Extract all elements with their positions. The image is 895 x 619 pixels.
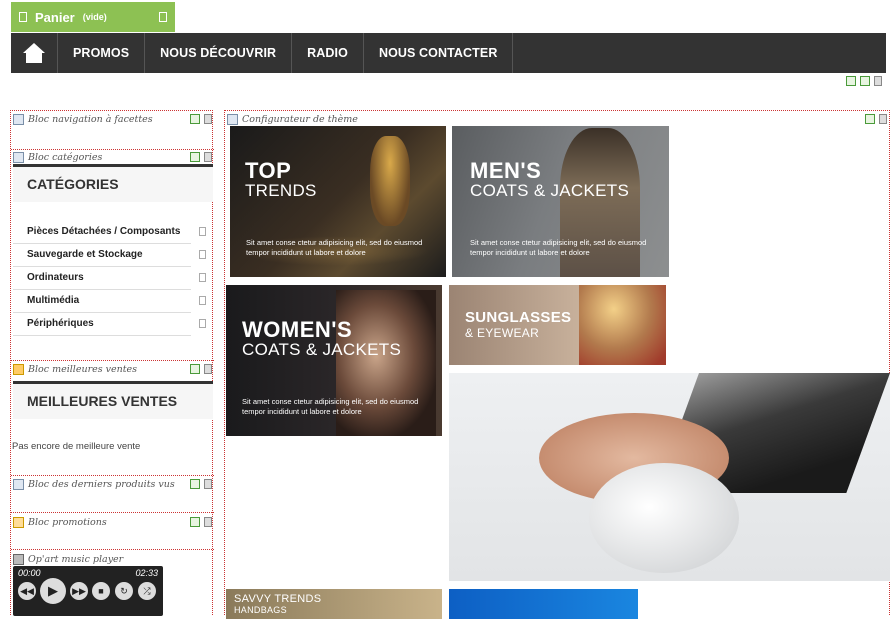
trash-icon[interactable] [204,114,212,124]
block-label: Bloc navigation à facettes [28,113,153,125]
nav-item-promos[interactable]: PROMOS [58,33,146,73]
categories-list: Pièces Détachées / Composants Sauvegarde… [13,221,206,336]
move-icon[interactable] [865,114,875,124]
expand-icon[interactable] [199,319,206,328]
category-item[interactable]: Ordinateurs [13,267,206,290]
nav-item-radio[interactable]: RADIO [292,33,364,73]
block-header-viewed: Bloc des derniers produits vus [11,477,214,491]
repeat-icon[interactable]: ↻ [115,582,133,600]
block-header-player: Op'art music player [11,552,214,566]
next-icon[interactable]: ▶▶ [70,582,88,600]
banner-title: SUNGLASSES [465,309,572,326]
banner-title: SAVVY TRENDS [234,593,322,605]
trash-icon[interactable] [879,114,887,124]
mouse-image [589,463,739,573]
banner-sunglasses[interactable]: SUNGLASSES & EYEWEAR [449,285,666,365]
trash-icon[interactable] [204,479,212,489]
model-image [370,136,410,226]
trophy-icon [13,363,24,375]
shuffle-icon[interactable]: ⤮ [138,582,156,600]
banner-subtitle: COATS & JACKETS [242,340,402,359]
categories-title: CATÉGORIES [13,164,213,202]
banner-mens-coats[interactable]: MEN'S COATS & JACKETS Sit amet conse cte… [452,126,669,277]
category-item[interactable]: Multimédia [13,290,206,313]
expand-icon[interactable] [199,273,206,282]
banner-subtitle: TRENDS [245,181,317,200]
block-label: Bloc catégories [28,151,103,163]
model-image [579,285,666,365]
block-header-promotions: Bloc promotions [11,515,214,529]
block-header-facets: Bloc navigation à facettes [11,112,214,126]
home-button[interactable] [11,33,58,73]
category-item[interactable]: Pièces Détachées / Composants [13,221,206,244]
bestsellers-title: MEILLEURES VENTES [13,381,213,419]
banner-subtitle: & EYEWEAR [465,326,540,340]
cart-expand-icon[interactable] [159,12,167,22]
grid-icon[interactable] [860,76,870,86]
player-time-total: 02:33 [135,568,158,578]
cart-title[interactable]: Panier [35,10,75,25]
banner-desc: Sit amet conse ctetur adipisicing elit, … [242,397,419,416]
move-icon[interactable] [190,114,200,124]
expand-icon[interactable] [199,250,206,259]
bestsellers-empty: Pas encore de meilleure vente [12,441,141,452]
stop-icon[interactable]: ■ [92,582,110,600]
main-nav: PROMOS NOUS DÉCOUVRIR RADIO NOUS CONTACT… [11,33,886,73]
block-header-categories: Bloc catégories [11,150,214,164]
top-actions [846,76,882,86]
player-time-elapsed: 00:00 [18,568,41,578]
block-label: Configurateur de thème [242,113,358,125]
music-icon [13,553,24,565]
play-icon[interactable]: ▶ [40,578,66,604]
block-label: Bloc promotions [28,516,107,528]
music-player: 00:00 02:33 ◀◀ ▶ ▶▶ ■ ↻ ⤮ [13,566,163,616]
palette-icon [227,113,238,125]
search-icon [13,478,24,490]
banner-blue[interactable] [449,589,638,619]
trash-icon[interactable] [204,152,212,162]
cart-block[interactable]: Panier (vide) [11,2,175,32]
divider [11,475,214,476]
move-icon[interactable] [190,152,200,162]
category-item[interactable]: Périphériques [13,313,206,336]
nav-item-nous-decouvrir[interactable]: NOUS DÉCOUVRIR [145,33,293,73]
banner-desc: Sit amet conse ctetur adipisicing elit, … [470,238,647,257]
block-icon [13,151,24,163]
expand-icon[interactable] [199,227,206,236]
banner-womens-coats[interactable]: WOMEN'S COATS & JACKETS Sit amet conse c… [226,285,442,436]
block-header-bestsellers: Bloc meilleures ventes [11,362,214,376]
nav-item-nous-contacter[interactable]: NOUS CONTACTER [364,33,514,73]
block-label: Bloc des derniers produits vus [28,478,175,490]
trash-icon[interactable] [874,76,882,86]
move-icon[interactable] [190,364,200,374]
banner-savvy-trends[interactable]: SAVVY TRENDS HANDBAGS [226,589,442,619]
block-label: Bloc meilleures ventes [28,363,138,375]
block-header-configurator: Configurateur de thème [225,112,889,126]
banner-top-trends[interactable]: TOP TRENDS Sit amet conse ctetur adipisi… [230,126,446,277]
cart-icon [19,12,27,22]
block-icon [13,113,24,125]
divider [11,512,214,513]
trash-icon[interactable] [204,517,212,527]
divider [11,549,214,550]
move-icon[interactable] [190,479,200,489]
left-column: Bloc navigation à facettes Bloc catégori… [10,110,214,616]
banner-subtitle: COATS & JACKETS [470,181,630,200]
banner-computer-mouse[interactable] [449,373,890,581]
banner-desc: Sit amet conse ctetur adipisicing elit, … [246,238,423,257]
right-column: Configurateur de thème TOP TRENDS Sit am… [224,110,890,619]
previous-icon[interactable]: ◀◀ [18,582,36,600]
banner-subtitle: HANDBAGS [234,605,287,615]
category-item[interactable]: Sauvegarde et Stockage [13,244,206,267]
move-icon[interactable] [846,76,856,86]
trash-icon[interactable] [204,364,212,374]
tag-icon [13,516,24,528]
home-icon [23,43,45,63]
block-label: Op'art music player [28,553,124,565]
divider [11,360,214,361]
expand-icon[interactable] [199,296,206,305]
cart-status: (vide) [82,12,107,22]
move-icon[interactable] [190,517,200,527]
